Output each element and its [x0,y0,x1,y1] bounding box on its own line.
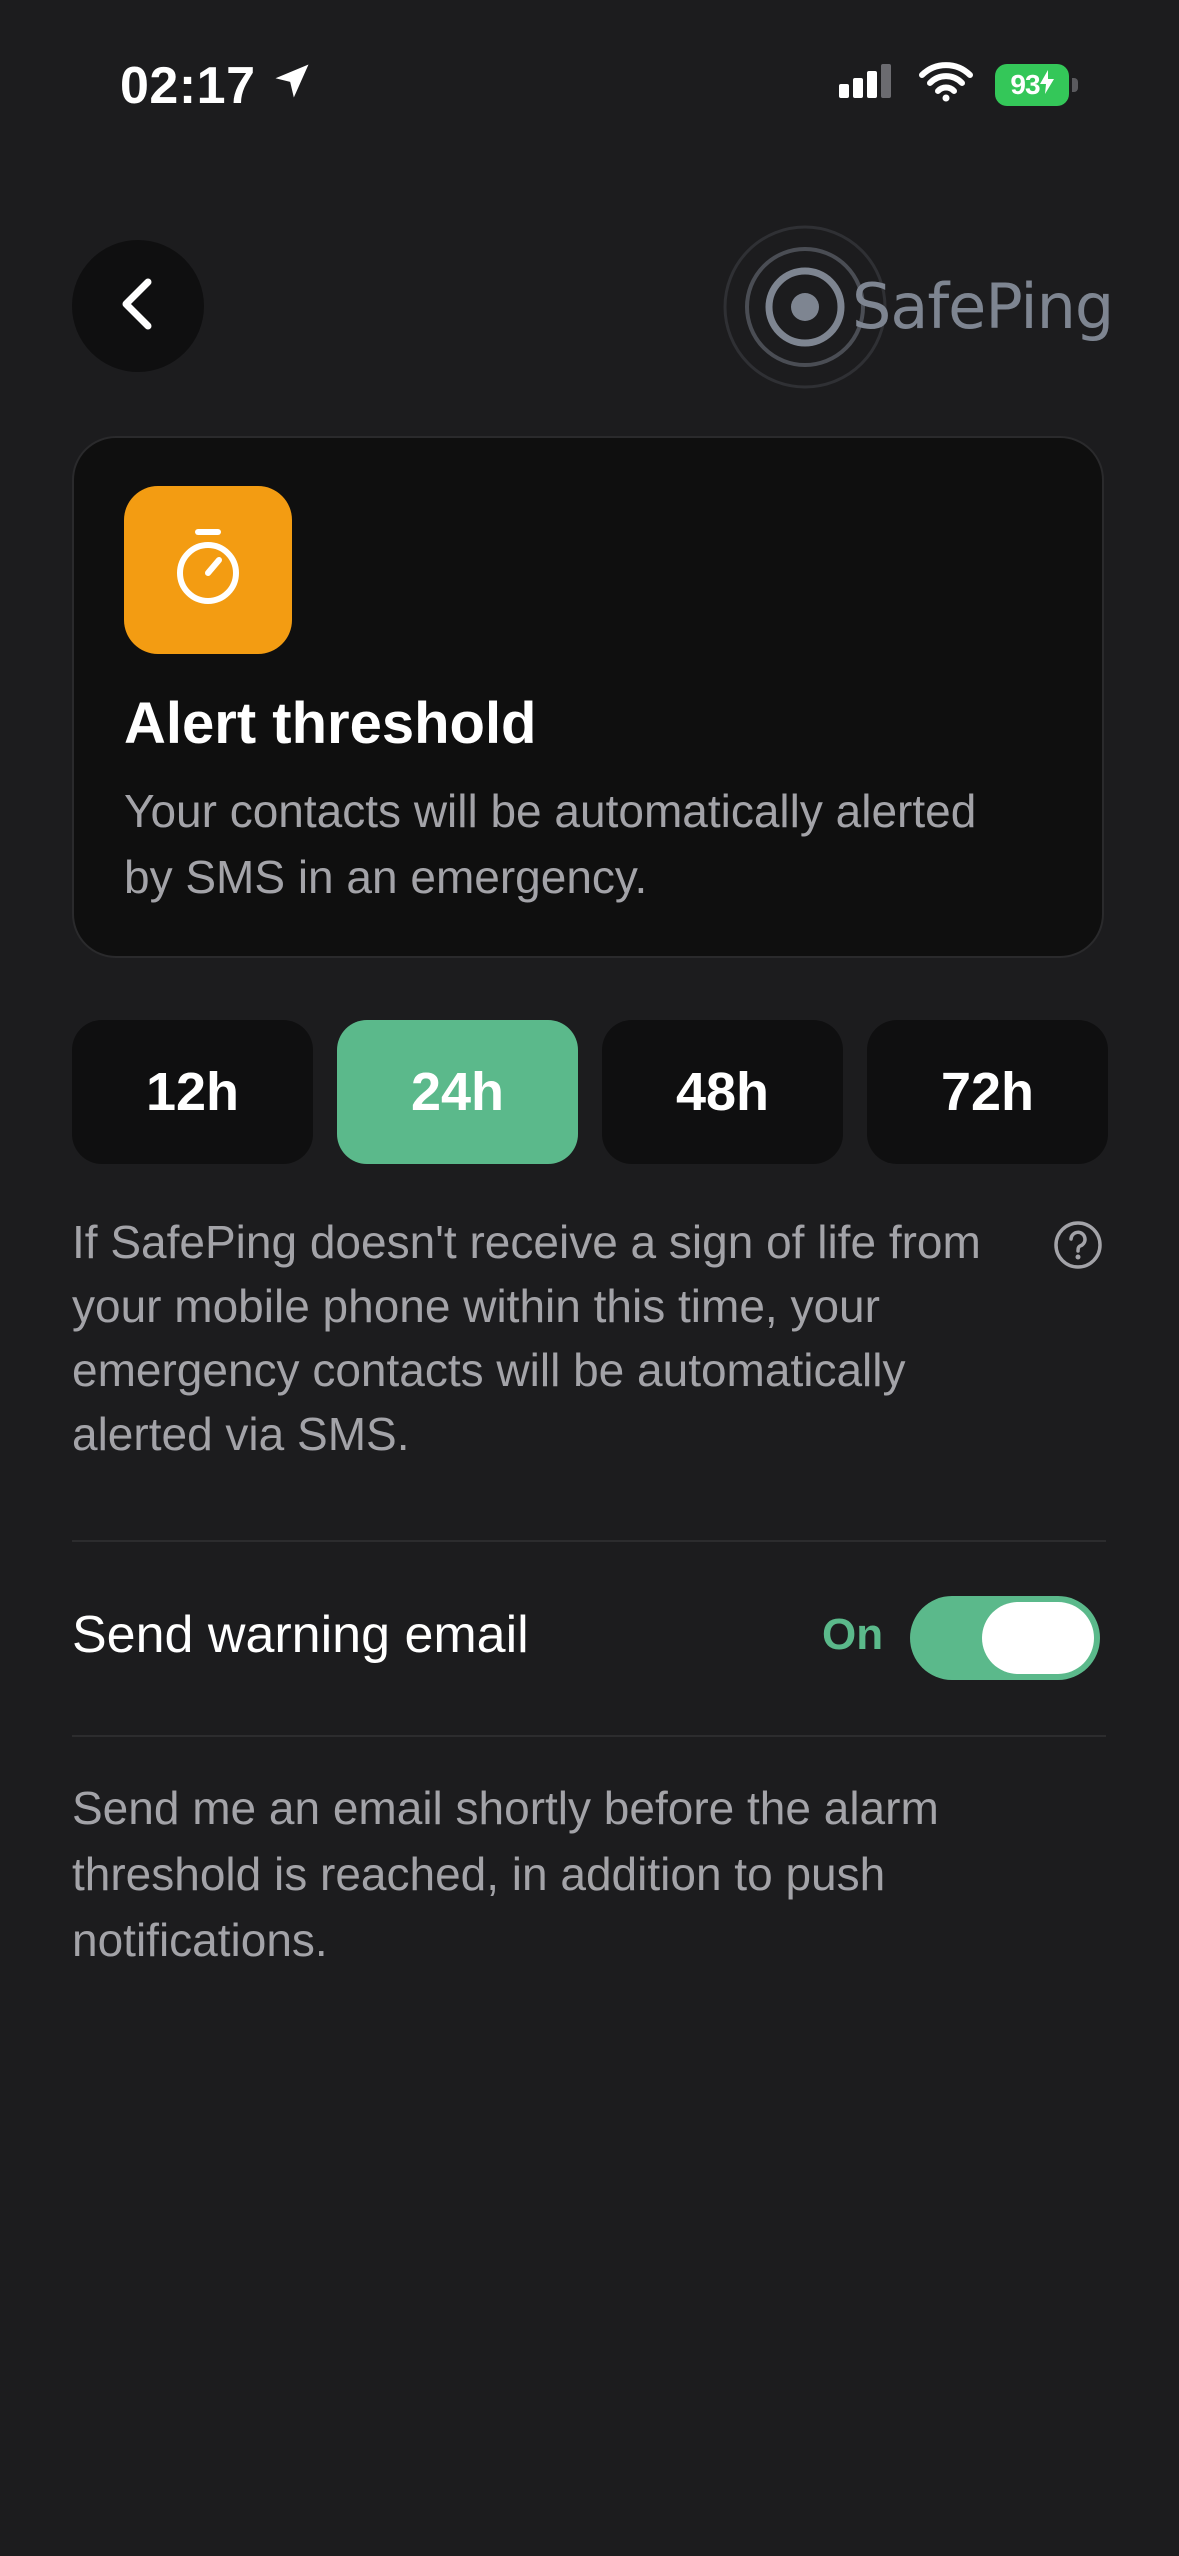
status-bar-time: 02:17 [120,56,314,116]
option-24h[interactable]: 24h [337,1020,578,1164]
option-12h[interactable]: 12h [72,1020,313,1164]
stopwatch-icon [172,528,244,613]
safeping-logo: SafePing [720,222,1114,392]
card-description: Your contacts will be automatically aler… [124,785,977,903]
status-bar-indicators: 93 [837,62,1079,107]
threshold-selector: 12h 24h 48h 72h [72,1020,1108,1164]
threshold-info-text: If SafePing doesn't receive a sign of li… [72,1216,981,1460]
divider [72,1735,1106,1737]
divider [72,1540,1106,1542]
charging-bolt-icon [1039,69,1054,101]
battery-level: 93 [1010,68,1040,100]
send-warning-email-toggle[interactable] [910,1596,1100,1680]
cellular-signal-icon [837,62,897,107]
option-72h[interactable]: 72h [867,1020,1108,1164]
battery-indicator: 93 [995,63,1079,106]
chevron-left-icon [114,274,162,339]
back-button[interactable] [72,240,204,372]
battery-cap [1072,77,1078,92]
help-icon[interactable] [1053,1220,1103,1270]
toggle-knob [982,1602,1094,1674]
clock: 02:17 [120,57,256,115]
send-warning-email-label: Send warning email [72,1606,529,1664]
card-title: Alert threshold [124,691,537,756]
logo-text: SafePing [852,270,1114,343]
card-icon-tile [124,486,292,654]
option-48h[interactable]: 48h [602,1020,843,1164]
email-setting-description: Send me an email shortly before the alar… [72,1782,939,1966]
alert-threshold-card: Alert threshold Your contacts will be au… [72,436,1104,958]
toggle-status-text: On [822,1610,884,1659]
wifi-icon [919,62,973,107]
location-arrow-icon [270,56,314,116]
